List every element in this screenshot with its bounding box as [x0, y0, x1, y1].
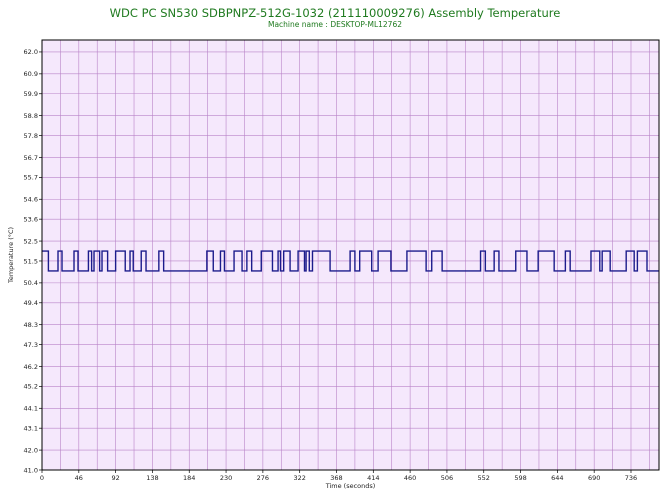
y-tick-label: 48.3 [24, 321, 38, 329]
y-tick-label: 43.1 [24, 424, 38, 432]
y-tick-label: 52.5 [24, 237, 38, 245]
x-tick-label: 506 [441, 474, 453, 482]
x-tick-label: 736 [625, 474, 637, 482]
y-axis-ticks: 62.0 60.9 59.9 58.8 57.8 56.7 55.7 54.6 53.6 52.5… [24, 48, 42, 474]
y-tick-label: 62.0 [24, 48, 38, 56]
y-tick-label: 59.9 [24, 90, 38, 98]
y-tick-label: 46.2 [24, 363, 38, 371]
y-tick-label: 41.0 [24, 466, 38, 474]
x-tick-label: 552 [478, 474, 490, 482]
y-axis-label: Temperature (°C) [7, 227, 15, 284]
x-tick-label: 276 [257, 474, 269, 482]
y-tick-label: 45.2 [24, 383, 38, 391]
x-axis-ticks: 0 46 92 138 184 230 276 322 368 414 460 506 552 598 64… [40, 470, 637, 482]
y-tick-label: 54.6 [24, 196, 38, 204]
y-tick-label: 57.8 [24, 132, 38, 140]
x-tick-label: 322 [293, 474, 305, 482]
x-tick-label: 230 [220, 474, 232, 482]
y-tick-label: 50.4 [24, 279, 38, 287]
x-tick-label: 598 [514, 474, 526, 482]
y-tick-label: 58.8 [24, 112, 38, 120]
y-tick-label: 60.9 [24, 70, 38, 78]
y-tick-label: 56.7 [24, 154, 38, 162]
x-tick-label: 138 [146, 474, 158, 482]
y-tick-label: 55.7 [24, 174, 38, 182]
temperature-chart: 62.0 60.9 59.9 58.8 57.8 56.7 55.7 54.6 53.6 52.5… [7, 39, 660, 490]
x-tick-label: 414 [367, 474, 379, 482]
y-tick-label: 49.4 [24, 299, 38, 307]
x-tick-label: 690 [588, 474, 600, 482]
y-tick-label: 51.5 [24, 257, 38, 265]
x-tick-label: 184 [183, 474, 195, 482]
x-tick-label: 368 [330, 474, 342, 482]
y-tick-label: 47.3 [24, 341, 38, 349]
y-tick-label: 44.1 [24, 405, 38, 413]
x-tick-label: 0 [40, 474, 44, 482]
x-tick-label: 644 [551, 474, 563, 482]
x-tick-label: 46 [75, 474, 83, 482]
x-tick-label: 92 [111, 474, 119, 482]
x-axis-label: Time (seconds) [325, 482, 376, 490]
y-tick-label: 42.0 [24, 446, 38, 454]
y-tick-label: 53.6 [24, 215, 38, 223]
x-tick-label: 460 [404, 474, 416, 482]
